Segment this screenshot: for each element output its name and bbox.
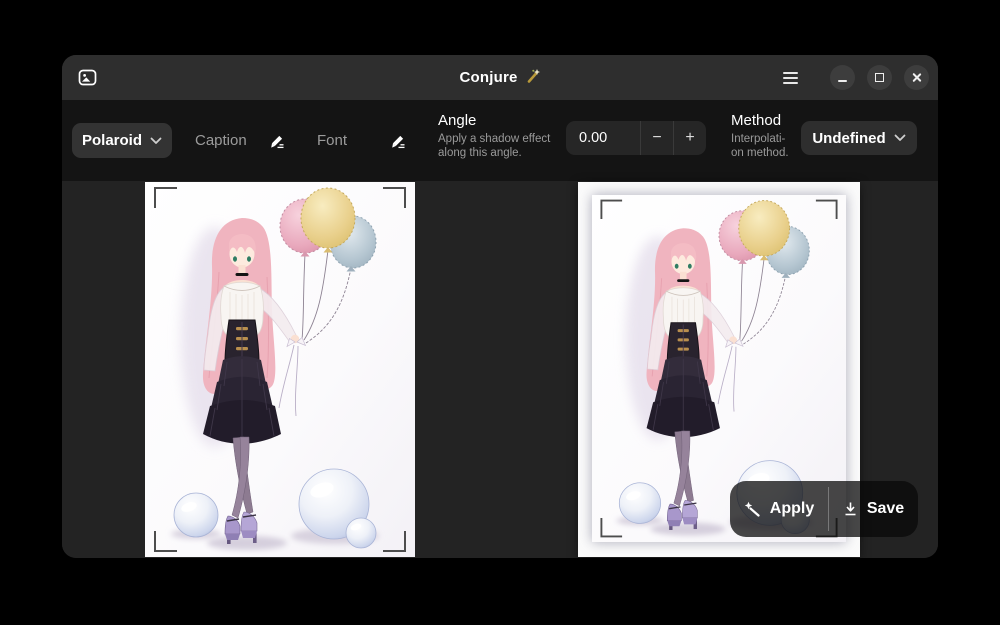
magic-wand-icon bbox=[744, 501, 761, 518]
method-title: Method bbox=[731, 112, 803, 130]
save-button-label: Save bbox=[867, 500, 904, 518]
angle-value-input[interactable]: 0.00 bbox=[566, 121, 640, 155]
method-description: Interpolati- on method. bbox=[731, 133, 803, 160]
edit-pencil-icon bbox=[268, 132, 286, 150]
angle-title: Angle bbox=[438, 112, 568, 130]
minimize-button[interactable] bbox=[830, 65, 855, 90]
angle-increment-button[interactable]: + bbox=[673, 121, 706, 155]
chevron-down-icon bbox=[894, 134, 906, 142]
method-group: Method Interpolati- on method. bbox=[731, 112, 803, 160]
angle-description: Apply a shadow effect along this angle. bbox=[438, 133, 568, 160]
save-button[interactable]: Save bbox=[829, 481, 918, 537]
save-download-icon bbox=[843, 501, 858, 517]
toolbar: Polaroid Caption Font bbox=[62, 100, 938, 181]
template-dropdown[interactable]: Polaroid bbox=[72, 123, 172, 158]
maximize-button[interactable] bbox=[867, 65, 892, 90]
apply-button-label: Apply bbox=[770, 500, 814, 518]
app-window: Conjure Polaroid bbox=[62, 55, 938, 558]
method-dropdown[interactable]: Undefined bbox=[801, 121, 917, 155]
font-label: Font bbox=[317, 132, 347, 149]
template-dropdown-label: Polaroid bbox=[82, 132, 142, 149]
close-button[interactable] bbox=[904, 65, 929, 90]
close-icon bbox=[911, 72, 922, 83]
method-dropdown-label: Undefined bbox=[812, 130, 885, 147]
titlebar: Conjure bbox=[62, 55, 938, 100]
chevron-down-icon bbox=[150, 137, 162, 145]
window-controls bbox=[779, 55, 929, 100]
apply-button[interactable]: Apply bbox=[730, 481, 828, 537]
preview-area: Apply Save bbox=[62, 181, 938, 558]
caption-label: Caption bbox=[195, 132, 247, 149]
maximize-icon bbox=[875, 73, 884, 82]
caption-edit-button[interactable] bbox=[261, 125, 293, 157]
desktop-background: Conjure Polaroid bbox=[0, 0, 1000, 625]
action-bar: Apply Save bbox=[730, 481, 918, 537]
angle-decrement-button[interactable]: − bbox=[640, 121, 673, 155]
minimize-icon bbox=[838, 80, 847, 82]
angle-group: Angle Apply a shadow effect along this a… bbox=[438, 112, 568, 160]
magic-wand-emoji bbox=[525, 68, 541, 88]
angle-spinbox: 0.00 − + bbox=[566, 121, 706, 155]
menu-icon[interactable] bbox=[779, 67, 801, 89]
edit-pencil-icon bbox=[389, 132, 407, 150]
original-image bbox=[145, 182, 415, 557]
font-edit-button[interactable] bbox=[382, 125, 414, 157]
artwork-girl-with-balloons bbox=[145, 182, 415, 557]
window-title-text: Conjure bbox=[459, 69, 517, 86]
